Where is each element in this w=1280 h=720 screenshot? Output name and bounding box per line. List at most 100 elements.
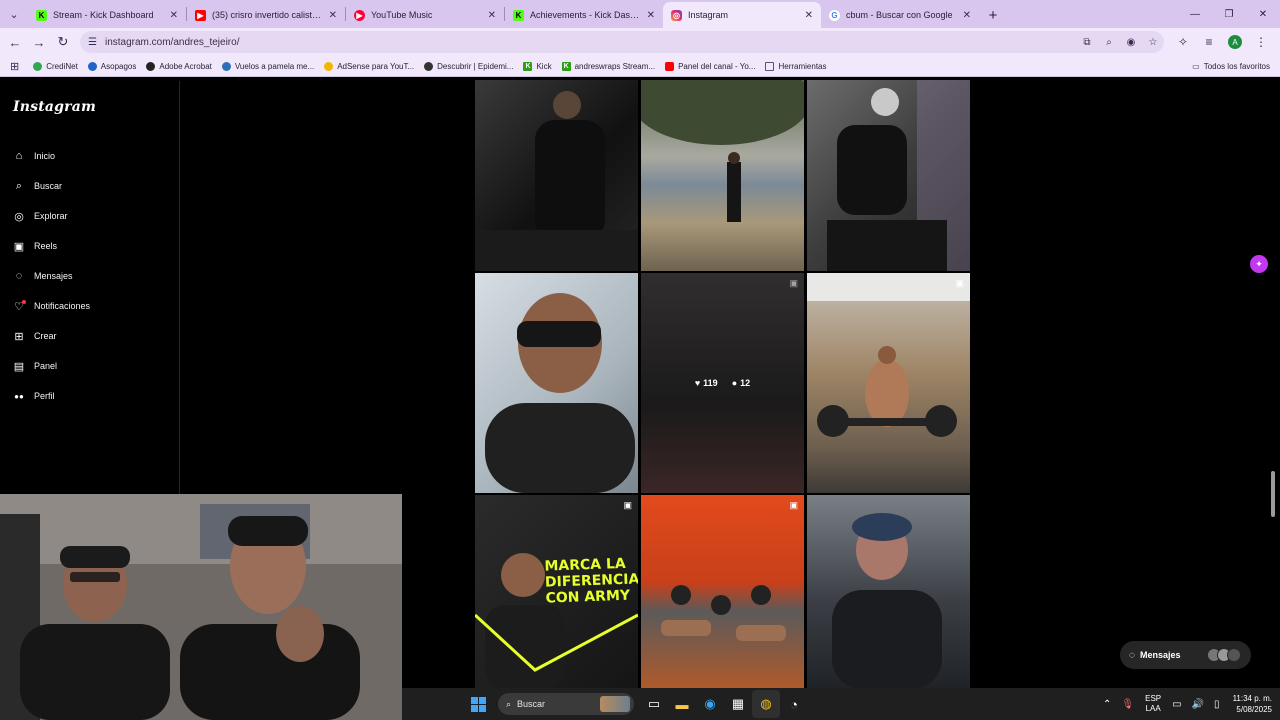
post-thumbnail[interactable] <box>475 80 638 271</box>
sidebar-item-notificaciones[interactable]: ♡ Notificaciones <box>12 291 90 321</box>
search-icon: ⌕ <box>506 698 512 709</box>
apps-grid-icon[interactable]: ⊞ <box>10 60 19 73</box>
sidebar-item-explorar[interactable]: ◎ Explorar <box>12 201 90 231</box>
post-image <box>485 293 635 493</box>
sidebar-item-reels[interactable]: ▣ Reels <box>12 231 90 261</box>
language-indicator[interactable]: ESP LAA <box>1145 694 1161 714</box>
maximize-icon[interactable]: ❐ <box>1212 0 1246 28</box>
post-thumbnail[interactable] <box>807 80 970 271</box>
bookmark-item[interactable]: Panel del canal - Yo... <box>665 61 756 71</box>
page-scrollbar[interactable] <box>1270 81 1276 688</box>
task-view-icon[interactable]: ▭ <box>640 690 668 718</box>
app-icon[interactable]: ◔ <box>780 690 808 718</box>
bookmark-item[interactable]: Adobe Acrobat <box>146 61 212 71</box>
post-thumbnail-hovered[interactable]: ▣ ♥ 119 ● 12 <box>641 273 804 493</box>
bookmark-star-icon[interactable]: ☆ <box>1142 37 1164 48</box>
site-info-icon[interactable]: ☰ <box>88 37 97 48</box>
avatar <box>1227 648 1241 662</box>
reel-icon: ▣ <box>955 278 964 288</box>
post-thumbnail[interactable]: ▣ <box>807 273 970 493</box>
clock[interactable]: 11:34 p. m. 5/08/2025 <box>1233 693 1272 715</box>
post-thumbnail[interactable] <box>475 273 638 493</box>
address-bar[interactable]: ☰ instagram.com/andres_tejeiro/ ⧉ ⌕ ◉ ☆ <box>80 31 1164 53</box>
sidebar-item-perfil[interactable]: ●● Perfil <box>12 381 90 411</box>
tab-2[interactable]: ▶ YouTube Music ✕ <box>346 2 504 28</box>
youtube-music-icon: ▶ <box>354 9 365 21</box>
post-image <box>641 80 804 222</box>
extension-float-icon[interactable]: ✦ <box>1250 255 1268 273</box>
post-thumbnail[interactable] <box>807 495 970 689</box>
chrome-icon[interactable]: ◍ <box>752 690 780 718</box>
bookmark-favicon-icon <box>324 61 334 71</box>
messages-button[interactable]: ◌ Mensajes <box>1120 641 1251 669</box>
post-thumbnail[interactable]: ▣ MARCA LA DIFERENCIA CON ARMY <box>475 495 638 689</box>
bookmark-item[interactable]: CrediNet <box>33 61 78 71</box>
bookmark-label: Panel del canal - Yo... <box>678 61 756 71</box>
kick-icon: K <box>36 9 47 21</box>
volume-icon[interactable]: 🔊 <box>1192 699 1204 710</box>
install-app-icon[interactable]: ⧉ <box>1076 37 1098 48</box>
new-tab-button[interactable]: + <box>979 2 1007 28</box>
back-icon[interactable]: ← <box>3 30 27 54</box>
minimize-icon[interactable]: — <box>1178 0 1212 28</box>
edge-icon[interactable]: ◉ <box>696 690 724 718</box>
close-tab-icon[interactable]: ✕ <box>170 10 178 21</box>
bookmark-label: Herramientas <box>778 61 827 71</box>
bookmark-item[interactable]: Vuelos a pamela me... <box>221 61 314 71</box>
chevron-up-icon[interactable]: ⌃ <box>1103 699 1111 710</box>
tab-0[interactable]: K Stream - Kick Dashboard ✕ <box>28 2 186 28</box>
forward-icon[interactable]: → <box>27 30 51 54</box>
sidebar-nav: ⌂ Inicio ⌕ Buscar ◎ Explorar ▣ Reels ◌ Mensaj… <box>12 141 90 411</box>
tab-5[interactable]: G cbum - Buscar con Google ✕ <box>821 2 979 28</box>
close-tab-icon[interactable]: ✕ <box>805 10 813 21</box>
post-thumbnail[interactable]: ▣ <box>641 495 804 689</box>
webcam-feed <box>0 494 402 720</box>
messages-label: Mensajes <box>1139 650 1181 660</box>
folder-icon <box>765 61 775 71</box>
post-image <box>827 80 970 271</box>
bookmark-item[interactable]: Asopagos <box>87 61 136 71</box>
likes-value: 119 <box>703 378 718 388</box>
sidebar-item-buscar[interactable]: ⌕ Buscar <box>12 171 90 201</box>
tab-3[interactable]: K Achievements - Kick Dashboard ✕ <box>505 2 663 28</box>
network-icon[interactable]: ▭ <box>1172 699 1181 710</box>
taskbar-search[interactable]: ⌕ Buscar <box>498 693 634 715</box>
profile-avatar[interactable]: A <box>1228 35 1242 49</box>
reload-icon[interactable]: ↻ <box>51 30 75 54</box>
bookmark-item[interactable]: Kandreswraps Stream... <box>561 61 655 71</box>
tracking-icon[interactable]: ◉ <box>1120 37 1142 48</box>
zoom-icon[interactable]: ⌕ <box>1098 37 1120 48</box>
sidebar-item-mensajes[interactable]: ◌ Mensajes <box>12 261 90 291</box>
bookmark-item[interactable]: Descubrir | Epidemi... <box>424 61 513 71</box>
file-explorer-icon[interactable]: ▬ <box>668 690 696 718</box>
tab-1[interactable]: ▶ (35) crisro invertido calistenes ✕ <box>187 2 345 28</box>
bookmark-favicon-icon <box>146 61 156 71</box>
close-tab-icon[interactable]: ✕ <box>647 10 655 21</box>
sidebar-item-panel[interactable]: ▤ Panel <box>12 351 90 381</box>
tab-search-icon[interactable]: ⌄ <box>0 0 28 28</box>
tab-4[interactable]: ◎ Instagram ✕ <box>663 2 821 28</box>
start-button[interactable] <box>464 690 492 718</box>
scroll-thumb[interactable] <box>1271 471 1275 517</box>
close-window-icon[interactable]: ✕ <box>1246 0 1280 28</box>
extensions-icon[interactable]: ✧ <box>1170 30 1196 54</box>
battery-icon[interactable]: ▯ <box>1214 699 1220 710</box>
store-icon[interactable]: ▦ <box>724 690 752 718</box>
close-tab-icon[interactable]: ✕ <box>488 10 496 21</box>
microphone-icon[interactable]: 🎙 <box>1121 699 1134 710</box>
sidebar-item-inicio[interactable]: ⌂ Inicio <box>12 141 90 171</box>
home-icon: ⌂ <box>15 150 23 162</box>
menu-kebab-icon[interactable]: ⋮ <box>1248 30 1274 54</box>
instagram-logo[interactable]: Instagram <box>13 99 96 115</box>
bookmark-item[interactable]: K Kick <box>523 61 552 71</box>
post-image <box>475 91 638 271</box>
post-thumbnail[interactable] <box>641 80 804 271</box>
close-tab-icon[interactable]: ✕ <box>329 10 337 21</box>
close-tab-icon[interactable]: ✕ <box>963 10 971 21</box>
bookmark-item[interactable]: AdSense para YouT... <box>324 61 414 71</box>
bookmark-folder[interactable]: Herramientas <box>765 61 827 71</box>
all-bookmarks[interactable]: ▭ Todos los favoritos <box>1192 56 1270 77</box>
media-control-icon[interactable]: ≡ <box>1196 30 1222 54</box>
sidebar-item-crear[interactable]: ⊞ Crear <box>12 321 90 351</box>
tab-strip: ⌄ K Stream - Kick Dashboard ✕ ▶ (35) cri… <box>0 0 1280 28</box>
